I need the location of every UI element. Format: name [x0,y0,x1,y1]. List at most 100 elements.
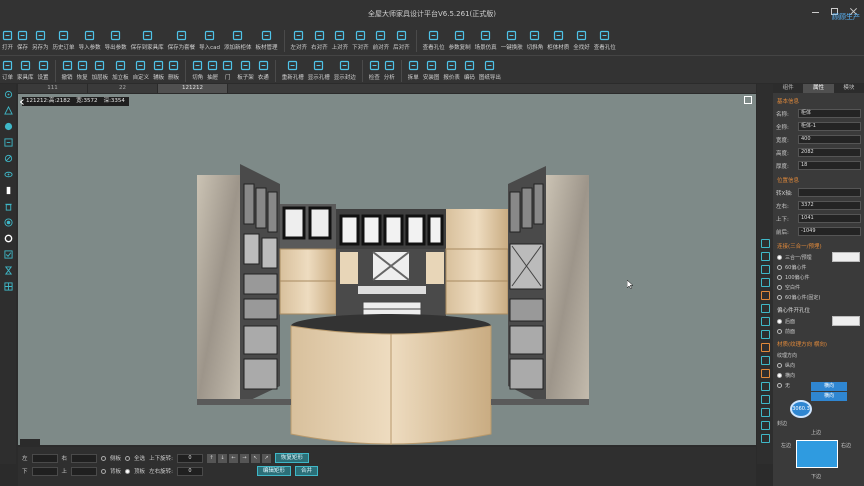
radio-button[interactable] [777,362,782,368]
upper-right-cabinet[interactable] [446,209,508,249]
panel-icon[interactable] [4,185,13,195]
view-top-icon[interactable] [760,265,770,274]
radio-button[interactable] [777,294,782,300]
panel-tab[interactable]: 模块 [834,84,864,93]
texture-horizontal-button[interactable]: 横向 [811,382,847,391]
trash-icon[interactable] [4,201,13,211]
toolbar-button[interactable]: 全找好 [571,26,592,51]
toolbar-button[interactable]: 抽屉 [205,56,220,81]
toolbar-button[interactable]: 场景仿真 [473,26,499,51]
hex-icon-6[interactable] [760,434,770,443]
view-front-icon[interactable] [760,239,770,248]
right-side-panel[interactable] [546,175,589,405]
toolbar-button[interactable]: 前对齐 [371,26,392,51]
toolbar-button[interactable]: 上对齐 [330,26,351,51]
radio-option[interactable]: 纵向 [773,360,864,370]
toolbar-button[interactable]: 查看孔位 [592,26,618,51]
hex-icon-4[interactable] [760,408,770,417]
hex-icon-3[interactable] [760,395,770,404]
property-input[interactable]: 3372 [798,201,861,210]
toolbar-button[interactable]: 右对齐 [309,26,330,51]
property-input[interactable]: 2082 [798,148,861,157]
move-arrows[interactable]: ↑ ↓ ← → ↖ ↗ [206,453,271,463]
toolbar-button[interactable]: 重新孔槽 [280,56,306,81]
radio-button[interactable] [777,328,782,334]
account-button[interactable]: 顾顾生产 [832,12,860,22]
toolbar-button[interactable]: 检查 [367,56,382,81]
down-input[interactable] [31,466,58,476]
toolbar-button[interactable]: 显示孔槽 [306,56,332,81]
toolbar-button[interactable]: 左对齐 [289,26,310,51]
hex-icon-5[interactable] [760,421,770,430]
toolbar-button[interactable]: 加层板 [90,56,111,81]
image-icon[interactable] [760,317,770,326]
panel-tab[interactable]: 属性 [803,84,834,93]
target-icon[interactable] [4,89,13,99]
record-icon[interactable] [3,217,13,227]
toolbar-button[interactable]: 板材管理 [254,26,280,51]
up-input[interactable] [71,466,98,476]
toolbar-button[interactable]: 报价表 [441,56,462,81]
lr-rotate-input[interactable]: 0 [176,466,203,476]
grid-icon[interactable] [3,281,13,291]
toolbar-button[interactable]: 辅板 [151,56,166,81]
toolbar-button[interactable]: 设置 [36,56,51,81]
radio-button[interactable] [777,318,782,324]
export-icon[interactable] [3,137,13,147]
toolbar-button[interactable]: 编码 [462,56,477,81]
hex-icon-1[interactable] [760,369,770,378]
toolbar-button[interactable]: 导出参数 [103,26,129,51]
tab-22[interactable]: 22 [88,84,158,93]
radio-button[interactable] [777,382,782,388]
toolbar-button[interactable]: 分析 [382,56,397,81]
toolbar-button[interactable]: 柜体材质 [545,26,571,51]
layers-icon[interactable] [4,121,13,131]
property-input[interactable]: 柜体-1 [798,122,861,131]
property-input[interactable]: -1049 [798,227,861,236]
toolbar-button[interactable]: 保存为套餐 [166,26,198,51]
radio-button[interactable] [777,274,782,280]
radio-button[interactable] [777,372,782,378]
left-side-panel[interactable] [197,175,240,405]
toolbar-button[interactable]: 订单 [0,56,15,81]
toolbar-button[interactable]: 导入cad [197,26,222,51]
merge-button[interactable]: 合并 [294,466,318,476]
right-input[interactable] [71,453,98,463]
toolbar-button[interactable]: 查看孔位 [421,26,447,51]
toolbar-button[interactable]: 家具库 [15,56,36,81]
top-board-radio[interactable] [125,468,131,474]
property-input[interactable] [798,188,861,197]
radio-option[interactable]: 60偏心件 [773,262,864,272]
toolbar-button[interactable]: 安装图 [421,56,442,81]
toolbar-button[interactable]: 拆单 [406,56,421,81]
tab-111[interactable]: 111 [18,84,88,93]
toolbar-button[interactable]: 后对齐 [391,26,412,51]
panel-tab[interactable]: 组件 [773,84,803,93]
warning-icon[interactable] [3,105,13,115]
toolbar-button[interactable]: 保存到家具库 [129,26,166,51]
property-input[interactable]: 1041 [798,214,861,223]
radio-button[interactable] [777,254,782,260]
3d-viewport[interactable]: 121212:高:2182 宽:3572 深:3354 [18,94,756,445]
view-back-icon[interactable] [760,278,770,287]
hourglass-icon[interactable] [4,265,13,275]
toolbar-button[interactable]: 撤销 [60,56,75,81]
toolbar-button[interactable]: 打开 [0,26,15,51]
minimize-icon[interactable] [811,7,820,16]
updown-rotate-input[interactable]: 0 [176,453,203,463]
toolbar-button[interactable]: 加立板 [110,56,131,81]
left-input[interactable] [31,453,58,463]
side-board-radio[interactable] [101,455,107,461]
radio-option[interactable]: 100偏心件 [773,272,864,282]
toolbar-button[interactable]: 保存 [15,26,30,51]
checklist-icon[interactable] [3,249,13,259]
toolbar-button[interactable]: 自定义 [131,56,152,81]
radio-option[interactable]: 三合一/预埋 [773,252,864,262]
toolbar-button[interactable]: 衣通 [256,56,271,81]
restore-rect-button[interactable]: 恢复矩形 [274,453,309,463]
radio-option[interactable]: 横向 [773,370,864,380]
radio-option[interactable]: 前面 [773,326,864,336]
toolbar-button[interactable]: 下对齐 [350,26,371,51]
hex-icon-2[interactable] [760,382,770,391]
toolbar-button[interactable]: 恢复 [75,56,90,81]
